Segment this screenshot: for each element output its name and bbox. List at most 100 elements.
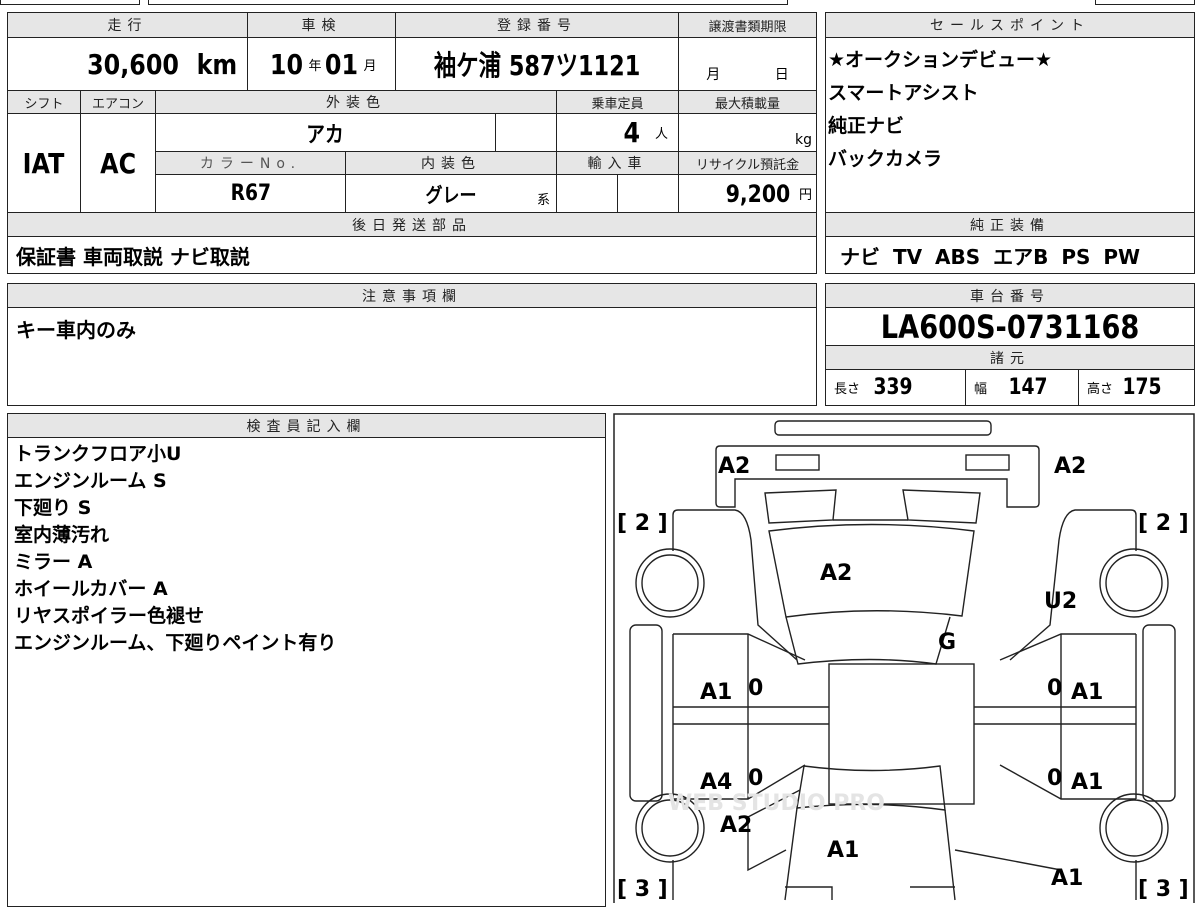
month-unit: 月: [363, 58, 377, 74]
equipment-value: ナビ TV ABS エアB PS PW: [825, 236, 1195, 274]
mark: A2: [718, 454, 750, 479]
capacity-number: 4: [622, 116, 640, 149]
inspector-line: 室内薄汚れ: [14, 524, 110, 546]
top-strip-cell: [0, 0, 140, 5]
equipment-header: 純正装備: [825, 212, 1195, 237]
width-value: 147: [1008, 375, 1048, 400]
capacity-value: 4人: [556, 113, 679, 152]
sales-point-item: スマートアシスト: [828, 82, 979, 104]
registration-header: 登録番号: [395, 12, 679, 38]
mark: [ 3 ]: [1138, 877, 1189, 902]
color-no-header: カラーNo.: [155, 151, 346, 175]
mileage-value: 30,600 km: [7, 37, 248, 91]
mark: A1: [1071, 770, 1103, 795]
shift-value: IAT: [7, 113, 81, 213]
chassis-header: 車台番号: [825, 283, 1195, 308]
recycle-fee-header: リサイクル預託金: [678, 151, 817, 175]
top-strip-cell: [148, 0, 788, 5]
aircon-value: AC: [80, 113, 156, 213]
height-label: 高さ: [1087, 382, 1114, 397]
imported-cell: [556, 174, 618, 213]
registration-number: 袖ケ浦 587ツ1121: [433, 49, 641, 82]
mark: A2: [720, 813, 752, 838]
aircon-text: AC: [100, 146, 136, 180]
width-label: 幅: [974, 382, 988, 397]
inspection-month: 01: [324, 47, 358, 81]
mark: [ 2 ]: [617, 511, 668, 536]
capacity-unit: 人: [654, 127, 668, 142]
inspection-header: 車検: [247, 12, 396, 38]
inspector-notes: トランクフロア小U エンジンルーム S 下廻り S 室内薄汚れ ミラー A ホイ…: [7, 437, 606, 907]
interior-color-header: 内装色: [345, 151, 557, 175]
exterior-color-header: 外装色: [155, 90, 557, 114]
inspection-year: 10: [269, 47, 303, 81]
mileage-number: 30,600: [87, 47, 180, 81]
mark: A1: [1071, 680, 1103, 705]
deadline-month: 月: [706, 67, 721, 83]
top-strip-cell: [1095, 0, 1195, 5]
mark: 0: [1047, 676, 1062, 701]
mark: U2: [1044, 589, 1077, 614]
mark: [ 2 ]: [1138, 511, 1189, 536]
mark: A2: [820, 561, 852, 586]
interior-color-text: グレー: [425, 183, 477, 207]
recycle-unit: 円: [798, 188, 812, 203]
imported-header: 輸入車: [556, 151, 679, 175]
mark: 0: [748, 766, 763, 791]
registration-value: 袖ケ浦 587ツ1121: [395, 37, 679, 91]
height-value: 175: [1122, 375, 1162, 400]
recycle-fee-number: 9,200: [725, 179, 791, 208]
inspector-line: 下廻り S: [14, 497, 92, 519]
sales-point-item: ★オークションデビュー★: [828, 49, 1053, 71]
inspector-line: エンジンルーム、下廻りペイント有り: [14, 632, 337, 654]
shift-text: IAT: [23, 146, 65, 180]
mark: G: [938, 630, 956, 655]
deadline-day: 日: [774, 67, 789, 83]
sales-points-header: セールスポイント: [825, 12, 1195, 38]
sales-point-item: バックカメラ: [828, 148, 943, 170]
imported-cell: [617, 174, 679, 213]
specs-header: 諸元: [825, 345, 1195, 370]
mark: [ 3 ]: [617, 877, 668, 902]
sales-point-item: 純正ナビ: [828, 115, 905, 137]
interior-color-value: グレー 系: [345, 174, 557, 213]
inspector-line: リヤスポイラー色褪せ: [14, 605, 205, 627]
mark: A1: [827, 838, 859, 863]
mark: 0: [1047, 766, 1062, 791]
chassis-value: LA600S-0731168: [825, 307, 1195, 346]
later-parts-header: 後日発送部品: [7, 212, 817, 237]
transfer-deadline-value: 月日: [678, 37, 817, 91]
length-cell: 長さ 339: [825, 369, 966, 406]
notes-value: キー車内のみ: [7, 307, 817, 406]
inspector-line: ホイールカバー A: [14, 578, 168, 600]
color-no-text: R67: [230, 181, 271, 206]
exterior-color-value: アカ: [155, 113, 496, 152]
sales-points-list: ★オークションデビュー★ スマートアシスト 純正ナビ バックカメラ: [825, 37, 1195, 213]
length-label: 長さ: [834, 382, 861, 397]
max-load-unit: kg: [795, 132, 812, 148]
year-unit: 年: [308, 58, 322, 74]
mark: A2: [1054, 454, 1086, 479]
inspector-header: 検査員記入欄: [7, 413, 606, 438]
length-value: 339: [873, 375, 913, 400]
car-damage-diagram: WEB STUDIO PRO A2 A2 [ 2 ] [ 2 ] A2 U2 G…: [613, 413, 1195, 903]
inspector-line: ミラー A: [14, 551, 93, 573]
chassis-number: LA600S-0731168: [880, 307, 1140, 346]
max-load-value: kg: [678, 113, 817, 152]
transfer-deadline-header: 譲渡書類期限: [678, 12, 817, 38]
width-cell: 幅 147: [965, 369, 1079, 406]
color-no-value: R67: [155, 174, 346, 213]
mark: A1: [1051, 866, 1083, 891]
inspector-line: エンジンルーム S: [14, 470, 167, 492]
later-parts-value: 保証書 車両取説 ナビ取説: [7, 236, 817, 274]
inspector-line: トランクフロア小U: [14, 443, 182, 465]
shift-header: シフト: [7, 90, 81, 114]
exterior-color-text: アカ: [306, 122, 345, 148]
height-cell: 高さ 175: [1078, 369, 1195, 406]
recycle-fee-value: 9,200 円: [678, 174, 817, 213]
mark: 0: [748, 676, 763, 701]
mark: A1: [700, 680, 732, 705]
inspection-value: 10 年 01 月: [247, 37, 396, 91]
capacity-header: 乗車定員: [556, 90, 679, 114]
empty-cell: [495, 113, 557, 152]
